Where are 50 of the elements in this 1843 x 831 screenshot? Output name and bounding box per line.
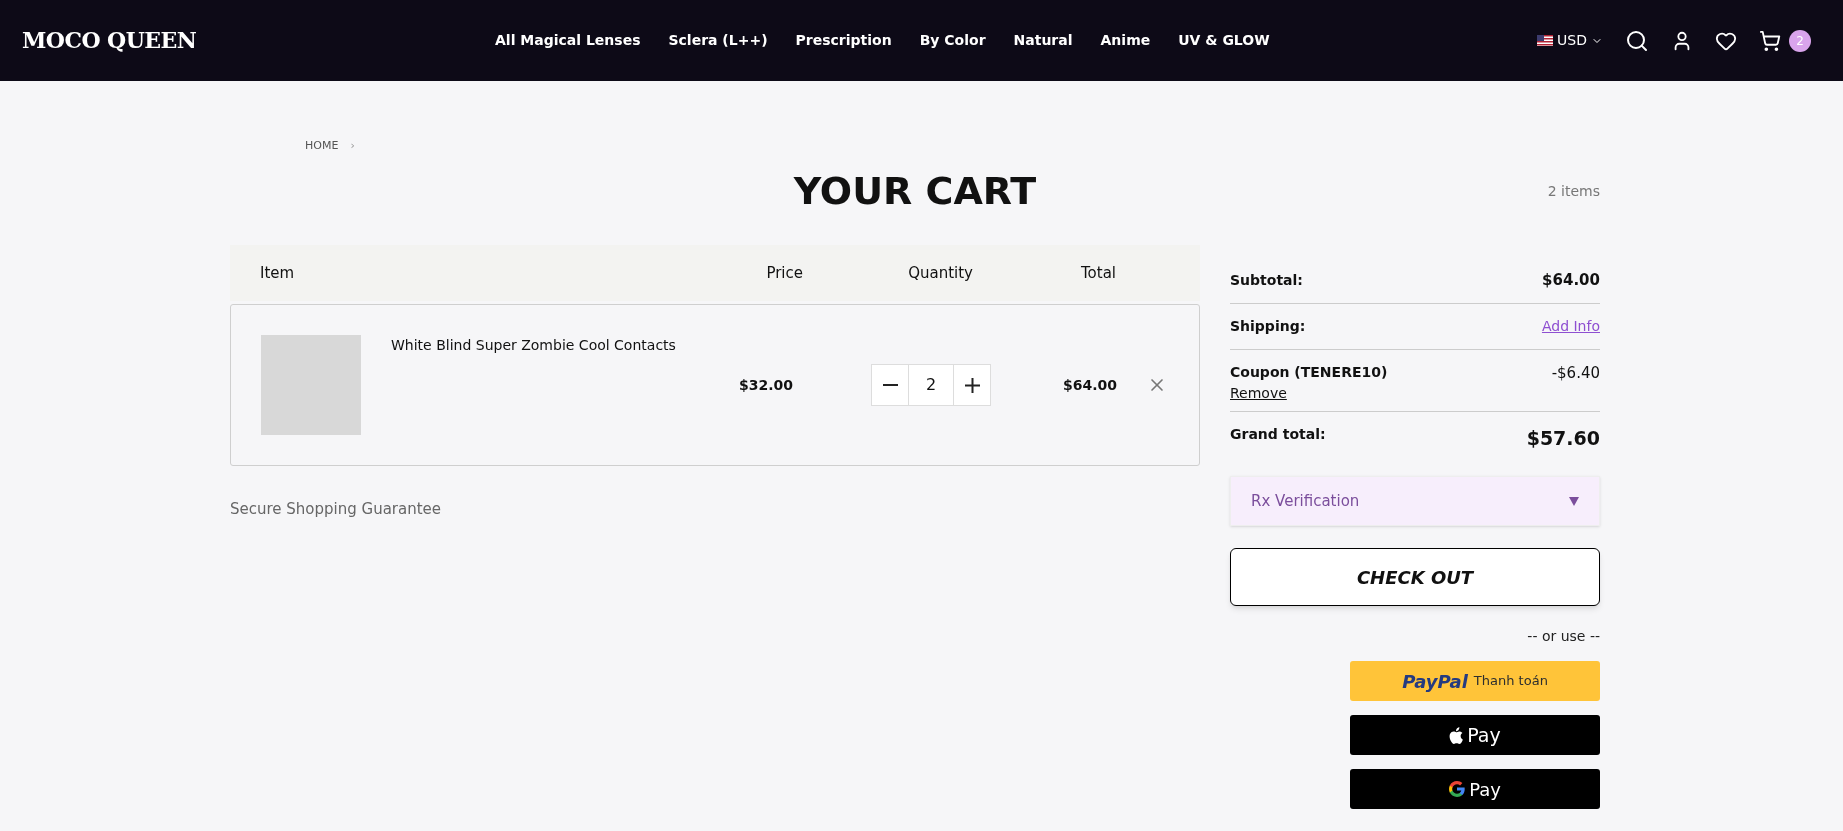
currency-selector[interactable]: USD	[1537, 30, 1603, 51]
nav-link[interactable]: By Color	[919, 30, 986, 51]
nav-link[interactable]: UV & GLOW	[1178, 30, 1270, 51]
plus-icon	[964, 377, 980, 393]
shipping-label: Shipping:	[1230, 317, 1306, 336]
grand-total-label: Grand total:	[1230, 425, 1326, 444]
coupon-value: -$6.40	[1551, 363, 1600, 384]
pay-label: Pay	[1467, 722, 1501, 748]
subtotal-label: Subtotal:	[1230, 271, 1303, 290]
or-use-text: -- or use --	[1527, 627, 1600, 646]
google-pay-button[interactable]: Pay	[1350, 769, 1600, 809]
line-total-text: $64.00	[1061, 375, 1117, 395]
pay-label: Pay	[1469, 777, 1501, 802]
paypal-logo: PayPal	[1402, 669, 1468, 694]
flag-icon	[1537, 35, 1554, 46]
price-text: $32.00	[737, 375, 793, 395]
page-title: YOUR CART	[792, 168, 1038, 215]
quantity-field[interactable]: 2	[908, 365, 954, 405]
guarantee-text: Secure Shopping Guarantee	[230, 499, 443, 520]
cart-icon[interactable]	[1759, 29, 1781, 52]
search-icon[interactable]	[1625, 28, 1649, 53]
nav-link[interactable]: Natural	[1013, 30, 1073, 51]
store-logo[interactable]: MOCO QUEEN	[22, 24, 462, 57]
product-name[interactable]: White Blind Super Zombie Cool Contacts	[391, 337, 676, 353]
rx-verification-toggle[interactable]: Rx Verification	[1230, 476, 1600, 526]
nav-link[interactable]: Prescription	[795, 30, 892, 51]
cart-count-badge: 2	[1789, 29, 1811, 52]
nav-link[interactable]: Anime	[1100, 30, 1151, 51]
column-header: Quantity	[907, 262, 973, 284]
column-header: Total	[1079, 262, 1116, 284]
subtotal-value: $64.00	[1542, 270, 1600, 292]
apple-pay-button[interactable]: Pay	[1350, 715, 1600, 755]
breadcrumb-link[interactable]: HOME	[305, 137, 339, 155]
nav-link[interactable]: All Magical Lenses	[495, 30, 641, 51]
pay-label: Thanh toán	[1473, 672, 1548, 691]
remove-coupon-link[interactable]: Remove	[1230, 383, 1388, 404]
add-info-link[interactable]: Add Info	[1541, 316, 1600, 337]
minus-icon	[882, 384, 898, 386]
dropdown-triangle-icon	[1569, 496, 1579, 506]
coupon-label: Coupon (TENERE10)	[1230, 363, 1388, 382]
checkout-button[interactable]: CHECK OUT	[1230, 548, 1600, 606]
column-header: Item	[259, 262, 296, 284]
nav-link[interactable]: Sclera (L++)	[668, 30, 768, 51]
breadcrumb-separator: ›	[350, 137, 355, 154]
paypal-button[interactable]: PayPal Thanh toán	[1350, 661, 1600, 701]
column-header: Price	[765, 262, 803, 284]
grand-total-value: $57.60	[1526, 426, 1600, 451]
item-count: 2 items	[1547, 182, 1600, 201]
g-logo-icon	[1449, 781, 1466, 797]
apple-icon	[1449, 726, 1464, 744]
